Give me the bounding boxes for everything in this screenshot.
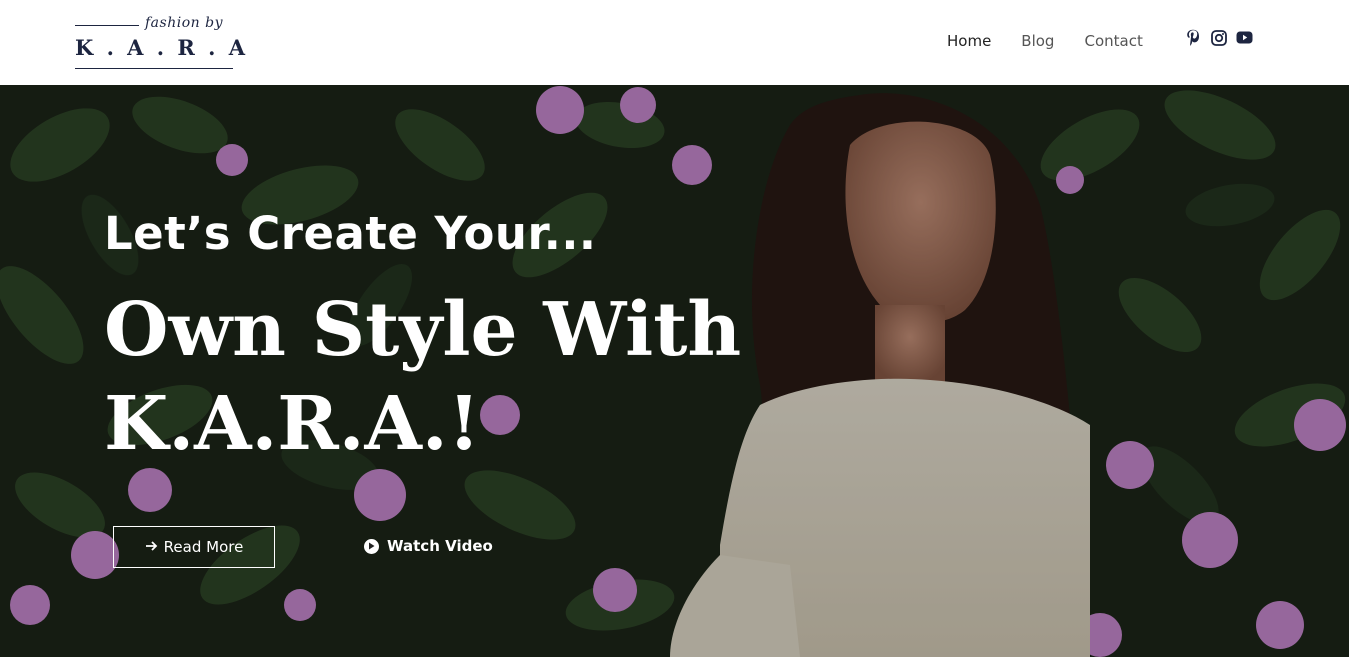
logo-divider-bottom (75, 68, 233, 69)
arrow-right-icon (145, 538, 158, 556)
hero-title-line-2: K.A.R.A.! (104, 381, 481, 467)
social-links (1184, 29, 1253, 46)
nav-blog[interactable]: Blog (1021, 32, 1054, 50)
hero-section: Let’s Create Your... Own Style With K.A.… (0, 85, 1349, 657)
site-header: fashion by K . A . R . A Home Blog Conta… (0, 0, 1349, 85)
hero-subtitle: Let’s Create Your... (104, 207, 597, 260)
main-nav: Home Blog Contact (947, 32, 1143, 50)
site-logo[interactable]: fashion by K . A . R . A (75, 14, 245, 70)
watch-video-button[interactable]: Watch Video (364, 537, 493, 555)
read-more-button[interactable]: Read More (113, 526, 275, 568)
youtube-icon[interactable] (1236, 29, 1253, 46)
logo-divider-top (75, 25, 139, 26)
logo-wordmark: K . A . R . A (75, 35, 249, 60)
nav-home[interactable]: Home (947, 32, 991, 50)
nav-contact[interactable]: Contact (1084, 32, 1142, 50)
pinterest-icon[interactable] (1184, 29, 1201, 46)
play-icon (364, 538, 379, 554)
read-more-label: Read More (163, 538, 244, 556)
instagram-icon[interactable] (1210, 29, 1227, 46)
logo-script-text: fashion by (145, 15, 223, 31)
watch-video-label: Watch Video (387, 537, 493, 555)
hero-title-line-1: Own Style With (104, 287, 742, 373)
hero-title: Own Style With K.A.R.A.! (104, 283, 824, 471)
